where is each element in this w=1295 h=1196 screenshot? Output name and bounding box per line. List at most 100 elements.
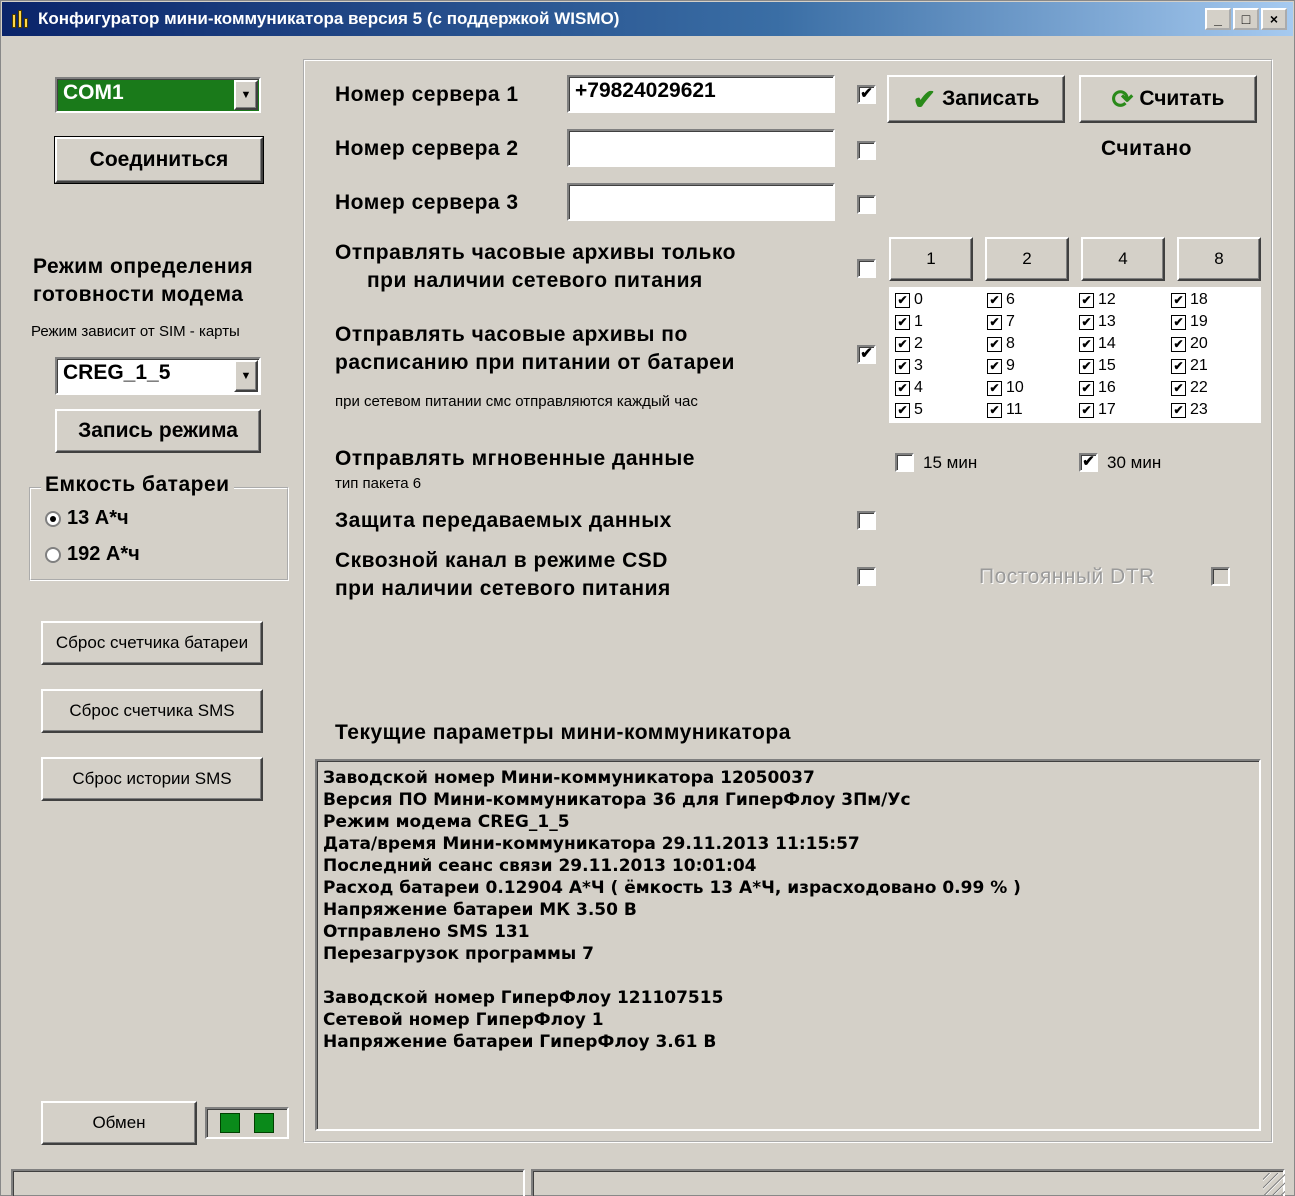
chevron-down-icon[interactable]: ▼ xyxy=(234,80,258,110)
read-status: Считано xyxy=(1101,137,1192,160)
battery-radio-192[interactable]: 192 А*ч xyxy=(45,543,140,566)
checkbox-icon: ✔ xyxy=(1079,292,1094,308)
instant-label: Отправлять мгновенные данные xyxy=(335,447,695,470)
hour-step-4-button[interactable]: 4 xyxy=(1081,237,1165,281)
params-title: Текущие параметры мини-коммуникатора xyxy=(335,721,791,744)
server-3-checkbox[interactable] xyxy=(857,195,876,214)
read-button-label: Считать xyxy=(1139,87,1225,110)
read-button[interactable]: ⟳ Считать xyxy=(1079,75,1257,123)
hour-label: 7 xyxy=(1006,313,1015,330)
params-line: Перезагрузок программы 7 xyxy=(323,944,594,964)
hour-checkbox-23[interactable]: ✔ 23 xyxy=(1171,399,1208,421)
params-memo[interactable]: Заводской номер Мини-коммуникатора 12050… xyxy=(315,759,1261,1131)
hour-step-1-button[interactable]: 1 xyxy=(889,237,973,281)
hour-checkbox-14[interactable]: ✔ 14 xyxy=(1079,333,1116,355)
hour-checkbox-6[interactable]: ✔ 6 xyxy=(987,289,1015,311)
hour-checkbox-18[interactable]: ✔ 18 xyxy=(1171,289,1208,311)
chevron-down-icon[interactable]: ▼ xyxy=(234,360,258,392)
reset-sms-counter-button[interactable]: Сброс счетчика SMS xyxy=(41,689,263,733)
reset-battery-counter-button[interactable]: Сброс счетчика батареи xyxy=(41,621,263,665)
hour-checkbox-13[interactable]: ✔ 13 xyxy=(1079,311,1116,333)
hour-label: 9 xyxy=(1006,357,1015,374)
hour-step-2-button[interactable]: 2 xyxy=(985,237,1069,281)
window-title: Конфигуратор мини-коммуникатора версия 5… xyxy=(38,9,620,28)
csd-checkbox[interactable] xyxy=(857,567,876,586)
server-1-checkbox[interactable]: ✔ xyxy=(857,85,876,104)
hour-checkbox-10[interactable]: ✔ 10 xyxy=(987,377,1024,399)
minimize-button[interactable]: _ xyxy=(1205,8,1231,30)
hour-checkbox-1[interactable]: ✔ 1 xyxy=(895,311,923,333)
battery-capacity-group xyxy=(29,487,289,581)
hour-checkbox-3[interactable]: ✔ 3 xyxy=(895,355,923,377)
hour-checkbox-17[interactable]: ✔ 17 xyxy=(1079,399,1116,421)
hour-checkbox-8[interactable]: ✔ 8 xyxy=(987,333,1015,355)
dtr-checkbox[interactable] xyxy=(1211,567,1230,586)
modem-mode-hint: Режим зависит от SIM - карты xyxy=(31,323,240,340)
hour-checkbox-5[interactable]: ✔ 5 xyxy=(895,399,923,421)
hour-label: 8 xyxy=(1006,335,1015,352)
hourly-mains-checkbox[interactable] xyxy=(857,259,876,278)
title-bar[interactable]: Конфигуратор мини-коммуникатора версия 5… xyxy=(2,2,1293,36)
hour-checkbox-22[interactable]: ✔ 22 xyxy=(1171,377,1208,399)
hour-checkbox-20[interactable]: ✔ 20 xyxy=(1171,333,1208,355)
server-1-input[interactable]: +79824029621 xyxy=(567,75,835,113)
server-3-input[interactable] xyxy=(567,183,835,221)
instant-15-checkbox[interactable] xyxy=(895,453,914,472)
exchange-button[interactable]: Обмен xyxy=(41,1101,197,1145)
instant-30-checkbox[interactable]: ✔ xyxy=(1079,453,1098,472)
write-mode-button-label: Запись режима xyxy=(78,419,238,442)
hour-label: 6 xyxy=(1006,291,1015,308)
checkbox-icon: ✔ xyxy=(987,336,1002,352)
protect-checkbox[interactable] xyxy=(857,511,876,530)
battery-radio-13-label: 13 А*ч xyxy=(67,507,129,529)
hour-label: 12 xyxy=(1098,291,1116,308)
write-mode-button[interactable]: Запись режима xyxy=(55,409,261,453)
checkbox-icon: ✔ xyxy=(987,292,1002,308)
hour-label: 1 xyxy=(914,313,923,330)
hour-label: 15 xyxy=(1098,357,1116,374)
hour-label: 0 xyxy=(914,291,923,308)
hour-step-1-label: 1 xyxy=(926,249,936,268)
write-button[interactable]: ✔ Записать xyxy=(887,75,1065,123)
server-2-checkbox[interactable] xyxy=(857,141,876,160)
dtr-label: Постоянный DTR xyxy=(979,565,1155,588)
modem-mode-combo[interactable]: CREG_1_5 ▼ xyxy=(55,357,261,395)
close-button[interactable]: × xyxy=(1261,8,1287,30)
hour-label: 18 xyxy=(1190,291,1208,308)
radio-selected-icon xyxy=(45,510,61,527)
hour-checkbox-11[interactable]: ✔ 11 xyxy=(987,399,1023,421)
hour-checkbox-0[interactable]: ✔ 0 xyxy=(895,289,923,311)
checkbox-icon: ✔ xyxy=(1079,336,1094,352)
hour-label: 19 xyxy=(1190,313,1208,330)
hour-label: 16 xyxy=(1098,379,1116,396)
hour-checkbox-12[interactable]: ✔ 12 xyxy=(1079,289,1116,311)
hour-step-8-button[interactable]: 8 xyxy=(1177,237,1261,281)
connect-button[interactable]: Соединиться xyxy=(54,136,264,184)
reset-sms-counter-label: Сброс счетчика SMS xyxy=(69,701,235,720)
server-2-input[interactable] xyxy=(567,129,835,167)
params-line: Отправлено SMS 131 xyxy=(323,922,530,942)
port-combo[interactable]: COM1 ▼ xyxy=(55,77,261,113)
resize-grip-icon[interactable] xyxy=(1263,1173,1285,1195)
reset-sms-history-button[interactable]: Сброс истории SMS xyxy=(41,757,263,801)
maximize-button[interactable]: □ xyxy=(1233,8,1259,30)
app-icon xyxy=(10,8,32,30)
checkbox-icon: ✔ xyxy=(1079,402,1094,418)
hourly-battery-checkbox[interactable]: ✔ xyxy=(857,345,876,364)
params-line: Расход батареи 0.12904 А*Ч ( ёмкость 13 … xyxy=(323,878,1021,898)
hour-checkbox-21[interactable]: ✔ 21 xyxy=(1171,355,1208,377)
hour-label: 22 xyxy=(1190,379,1208,396)
params-line: Заводской номер Мини-коммуникатора 12050… xyxy=(323,768,815,788)
hour-checkbox-16[interactable]: ✔ 16 xyxy=(1079,377,1116,399)
hour-checkbox-9[interactable]: ✔ 9 xyxy=(987,355,1015,377)
battery-radio-13[interactable]: 13 А*ч xyxy=(45,507,129,530)
checkbox-icon: ✔ xyxy=(1171,314,1186,330)
hour-checkbox-7[interactable]: ✔ 7 xyxy=(987,311,1015,333)
battery-group-title: Емкость батареи xyxy=(41,473,234,497)
hour-checkbox-19[interactable]: ✔ 19 xyxy=(1171,311,1208,333)
hour-checkbox-4[interactable]: ✔ 4 xyxy=(895,377,923,399)
hour-checkbox-15[interactable]: ✔ 15 xyxy=(1079,355,1116,377)
hour-checkbox-2[interactable]: ✔ 2 xyxy=(895,333,923,355)
reset-sms-history-label: Сброс истории SMS xyxy=(72,769,232,788)
app-window: Конфигуратор мини-коммуникатора версия 5… xyxy=(0,0,1295,1196)
